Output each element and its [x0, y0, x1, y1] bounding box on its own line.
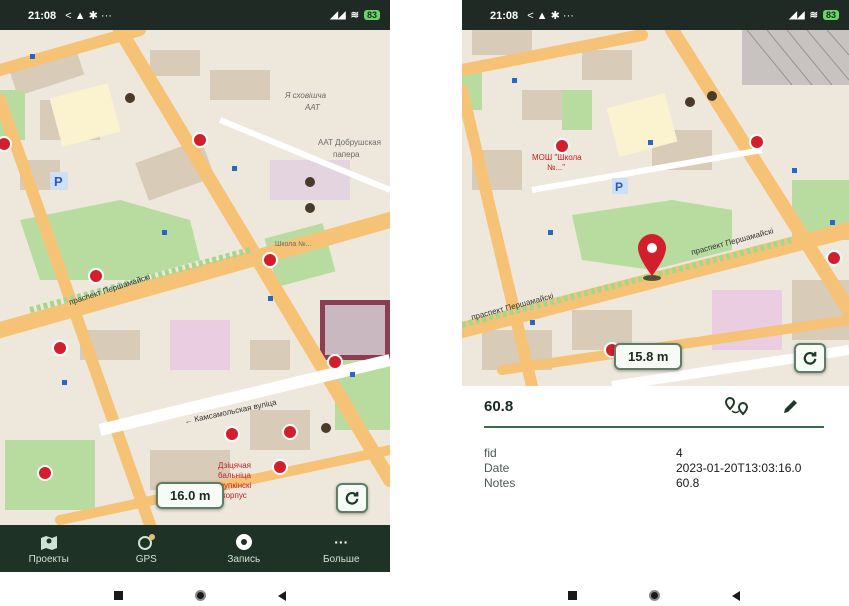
map-canvas[interactable]: P МОШ "Школа №..." праспект Першамайскі	[462, 30, 849, 386]
svg-text:корпус: корпус	[222, 491, 247, 500]
home-button[interactable]	[649, 590, 660, 601]
nav-gps[interactable]: GPS	[106, 533, 186, 565]
recents-button[interactable]	[114, 591, 123, 600]
map-canvas[interactable]: P Я сховішча ААТ ААТ Добрушская папера Ш…	[0, 30, 390, 525]
back-button[interactable]	[732, 590, 740, 601]
back-button[interactable]	[278, 590, 286, 601]
status-time: 21:08 < ▲ ✱ ···	[490, 9, 574, 22]
attribute-key: Date	[484, 461, 510, 475]
svg-text:Дзіцячая: Дзіцячая	[218, 461, 251, 470]
attribute-row-date: Date 2023-01-20T13:03:16.0	[484, 461, 801, 475]
nav-projects[interactable]: Проекты	[9, 533, 89, 565]
battery-icon: 83	[822, 10, 839, 20]
system-nav-right	[568, 590, 740, 601]
nav-gps-label: GPS	[135, 553, 157, 565]
feature-title: 60.8	[484, 398, 514, 415]
refresh-button[interactable]	[336, 483, 368, 513]
svg-text:МОШ "Школа: МОШ "Школа	[532, 153, 582, 162]
refresh-icon	[803, 351, 817, 365]
gps-icon	[136, 533, 156, 551]
svg-text:папера: папера	[333, 150, 360, 159]
nav-more[interactable]: ··· Больше	[301, 533, 381, 565]
bottom-navigation: Проекты GPS Запись ··· Больше	[0, 525, 390, 572]
status-bar: 21:08 < ▲ ✱ ··· ◢◢ ≋ 83	[0, 0, 390, 30]
attribute-key: Notes	[484, 476, 516, 490]
refresh-icon	[345, 491, 359, 505]
nav-projects-label: Проекты	[28, 553, 69, 565]
feature-actions	[724, 396, 800, 421]
nav-record-label: Запись	[227, 553, 261, 565]
feature-panel: 60.8 fid 4 Date 2023-01-20T13:03:16.0 No…	[462, 386, 849, 500]
panel-divider	[484, 426, 824, 428]
status-icons: ◢◢ ≋ 83	[789, 10, 839, 21]
more-icon: ···	[334, 533, 349, 550]
status-time: 21:08 < ▲ ✱ ···	[28, 9, 112, 22]
nav-record[interactable]: Запись	[204, 533, 284, 565]
scale-indicator: 16.0 m	[156, 482, 225, 509]
svg-text:Школа №...: Школа №...	[275, 241, 312, 248]
attribute-value: 4	[676, 446, 683, 460]
svg-text:№...": №..."	[547, 163, 565, 172]
status-bar: 21:08 < ▲ ✱ ··· ◢◢ ≋ 83	[462, 0, 849, 30]
home-button[interactable]	[195, 590, 206, 601]
wifi-icon: ≋	[350, 9, 359, 21]
signal-icon: ◢◢	[330, 9, 346, 21]
right-phone-screen: 21:08 < ▲ ✱ ··· ◢◢ ≋ 83 P МОШ "Школа №..…	[462, 0, 849, 500]
wifi-icon: ≋	[809, 9, 818, 21]
attribute-key: fid	[484, 446, 497, 460]
battery-icon: 83	[363, 10, 380, 20]
attribute-value: 2023-01-20T13:03:16.0	[676, 461, 802, 475]
svg-text:Я сховішча: Я сховішча	[284, 91, 327, 100]
svg-text:P: P	[615, 180, 623, 194]
svg-text:бальніца: бальніца	[218, 471, 251, 480]
attribute-row-fid: fid 4	[484, 446, 683, 460]
projects-icon	[40, 533, 58, 551]
svg-text:ААТ: ААТ	[304, 103, 321, 112]
attribute-row-notes: Notes 60.8	[484, 476, 699, 490]
navigate-route-icon[interactable]	[724, 396, 750, 421]
recents-button[interactable]	[568, 591, 577, 600]
status-icons: ◢◢ ≋ 83	[330, 10, 380, 21]
nav-more-label: Больше	[322, 553, 360, 565]
record-icon	[235, 533, 253, 551]
signal-icon: ◢◢	[789, 9, 805, 21]
svg-text:ААТ Добрушская: ААТ Добрушская	[318, 138, 381, 147]
edit-pencil-icon[interactable]	[782, 397, 800, 420]
svg-text:P: P	[54, 174, 63, 189]
scale-indicator: 15.8 m	[614, 343, 683, 370]
refresh-button[interactable]	[794, 343, 826, 373]
system-nav-left	[114, 590, 286, 601]
attribute-value: 60.8	[676, 476, 700, 490]
left-phone-screen: 21:08 < ▲ ✱ ··· ◢◢ ≋ 83 P Я сховішча ААТ…	[0, 0, 390, 572]
